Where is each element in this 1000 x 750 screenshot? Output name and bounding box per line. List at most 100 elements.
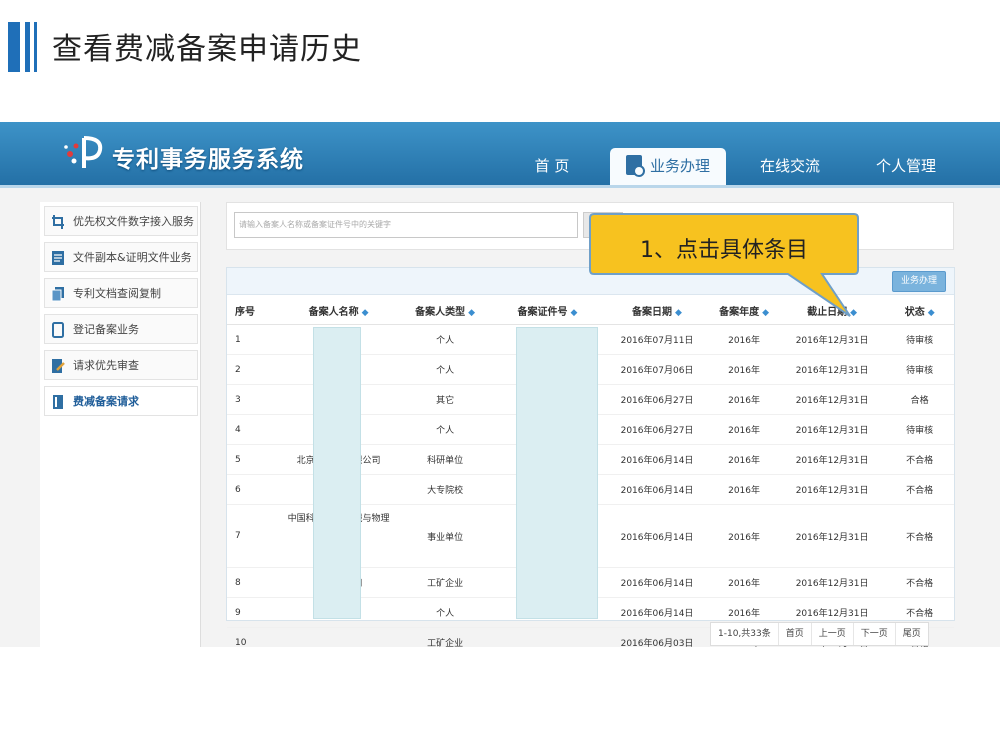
cell-date: 2016年06月14日: [604, 567, 710, 598]
cell-deadline: 2016年12月31日: [778, 414, 886, 445]
cell-id: [490, 627, 605, 647]
col-header-name[interactable]: 备案人名称 ◆: [277, 296, 401, 325]
copy-icon: [51, 287, 64, 302]
sidebar-item-label: 专利文档查阅复制: [73, 287, 161, 300]
book-icon: [53, 395, 63, 409]
pager-next[interactable]: 下一页: [854, 623, 896, 645]
cell-status: 不合格: [885, 474, 954, 505]
cell-type: 事业单位: [400, 504, 491, 568]
cell-date: 2016年06月14日: [604, 504, 710, 568]
document-search-icon: [625, 155, 645, 177]
sort-icon: ◆: [675, 307, 682, 318]
cell-deadline: 2016年12月31日: [778, 444, 886, 475]
cell-deadline: 2016年12月31日: [778, 324, 886, 355]
sidebar-item-label: 费减备案请求: [73, 395, 139, 408]
cell-year: 2016年: [709, 567, 779, 598]
sidebar-item-registration[interactable]: 登记备案业务: [44, 314, 198, 344]
app-logo-text: 专利事务服务系统: [112, 147, 304, 173]
cell-type: 个人: [400, 324, 491, 355]
sort-icon: ◆: [762, 307, 769, 318]
sidebar-item-label: 优先权文件数字接入服务: [73, 215, 194, 228]
title-accent-bar: [25, 22, 30, 72]
cell-no: 3: [227, 384, 278, 415]
col-header-id[interactable]: 备案证件号 ◆: [490, 296, 605, 325]
tablet-icon: [52, 322, 64, 338]
cell-date: 2016年06月27日: [604, 384, 710, 415]
app-header: 专利事务服务系统 首 页 业务办理 在线交流 个人管理: [0, 122, 1000, 188]
col-header-type[interactable]: 备案人类型 ◆: [400, 296, 491, 325]
logo-icon: [64, 136, 103, 168]
cell-year: 2016年: [709, 324, 779, 355]
sidebar-item-doc-copy[interactable]: 专利文档查阅复制: [44, 278, 198, 308]
sort-icon: ◆: [570, 307, 578, 318]
slide-title: 查看费减备案申请历史: [52, 32, 362, 67]
sort-icon: ◆: [468, 307, 476, 318]
document-icon: [52, 251, 64, 265]
pager-prev[interactable]: 上一页: [812, 623, 854, 645]
cell-status: 待审核: [885, 414, 954, 445]
cell-date: 2016年06月03日: [604, 627, 710, 647]
col-header-status[interactable]: 状态 ◆: [885, 296, 954, 325]
sidebar-item-copies[interactable]: 文件副本&证明文件业务: [44, 242, 198, 272]
sort-icon: ◆: [361, 307, 369, 318]
cell-no: 1: [227, 324, 278, 355]
cell-deadline: 2016年12月31日: [778, 354, 886, 385]
cell-deadline: 2016年12月31日: [778, 474, 886, 505]
cell-no: 4: [227, 414, 278, 445]
cell-type: 工矿企业: [400, 567, 491, 598]
sidebar-item-label: 登记备案业务: [73, 323, 139, 336]
edit-doc-icon: [52, 359, 65, 373]
cell-year: 2016年: [709, 504, 779, 568]
crop-icon: [52, 215, 64, 229]
pagination: 1-10,共33条 首页 上一页 下一页 尾页: [710, 622, 929, 646]
col-header-year[interactable]: 备案年度 ◆: [709, 296, 779, 325]
cell-no: 7: [227, 504, 278, 568]
search-input[interactable]: 请输入备案人名称或备案证件号中的关键字: [234, 212, 578, 238]
cell-no: 6: [227, 474, 278, 505]
cell-type: 个人: [400, 414, 491, 445]
sort-icon: ◆: [927, 307, 935, 318]
pager-summary: 1-10,共33条: [711, 623, 779, 645]
cell-no: 5: [227, 444, 278, 475]
title-accent-bar: [8, 22, 20, 72]
cell-date: 2016年07月06日: [604, 354, 710, 385]
sidebar-item-priority-review[interactable]: 请求优先审查: [44, 350, 198, 380]
nav-online-chat[interactable]: 在线交流: [750, 150, 830, 182]
sidebar-item-label: 请求优先审查: [73, 359, 139, 372]
nav-personal[interactable]: 个人管理: [868, 150, 944, 182]
nav-home[interactable]: 首 页: [520, 150, 584, 182]
nav-business-label: 业务办理: [649, 157, 710, 175]
cell-type: 工矿企业: [400, 627, 491, 647]
sidebar-item-label: 文件副本&证明文件业务: [73, 251, 192, 264]
pager-first[interactable]: 首页: [779, 623, 812, 645]
cell-no: 9: [227, 597, 278, 628]
cell-date: 2016年07月11日: [604, 324, 710, 355]
cell-status: 合格: [885, 384, 954, 415]
cell-year: 2016年: [709, 384, 779, 415]
cell-deadline: 2016年12月31日: [778, 567, 886, 598]
sidebar-item-priority-docs[interactable]: 优先权文件数字接入服务: [44, 206, 198, 236]
business-action-button[interactable]: 业务办理: [892, 271, 946, 292]
sidebar-item-fee-reduction[interactable]: 费减备案请求: [44, 386, 198, 416]
cell-date: 2016年06月14日: [604, 444, 710, 475]
callout-text: 1、点击具体条目: [640, 238, 808, 263]
cell-date: 2016年06月27日: [604, 414, 710, 445]
col-header-date[interactable]: 备案日期 ◆: [604, 296, 710, 325]
cell-status: 不合格: [885, 444, 954, 475]
cell-type: 个人: [400, 354, 491, 385]
cell-name: [277, 627, 401, 647]
cell-status: 不合格: [885, 567, 954, 598]
title-accent-bar: [34, 22, 37, 72]
cell-status: 不合格: [885, 504, 954, 568]
cell-year: 2016年: [709, 414, 779, 445]
redaction-mask: [313, 327, 361, 619]
cell-type: 其它: [400, 384, 491, 415]
cell-type: 科研单位: [400, 444, 491, 475]
sort-icon: ◆: [850, 307, 858, 318]
cell-type: 个人: [400, 597, 491, 628]
col-header-no: 序号: [227, 296, 278, 325]
cell-no: 10: [227, 627, 278, 647]
pager-last[interactable]: 尾页: [896, 623, 928, 645]
nav-business[interactable]: 业务办理: [610, 148, 726, 185]
cell-deadline: 2016年12月31日: [778, 504, 886, 568]
